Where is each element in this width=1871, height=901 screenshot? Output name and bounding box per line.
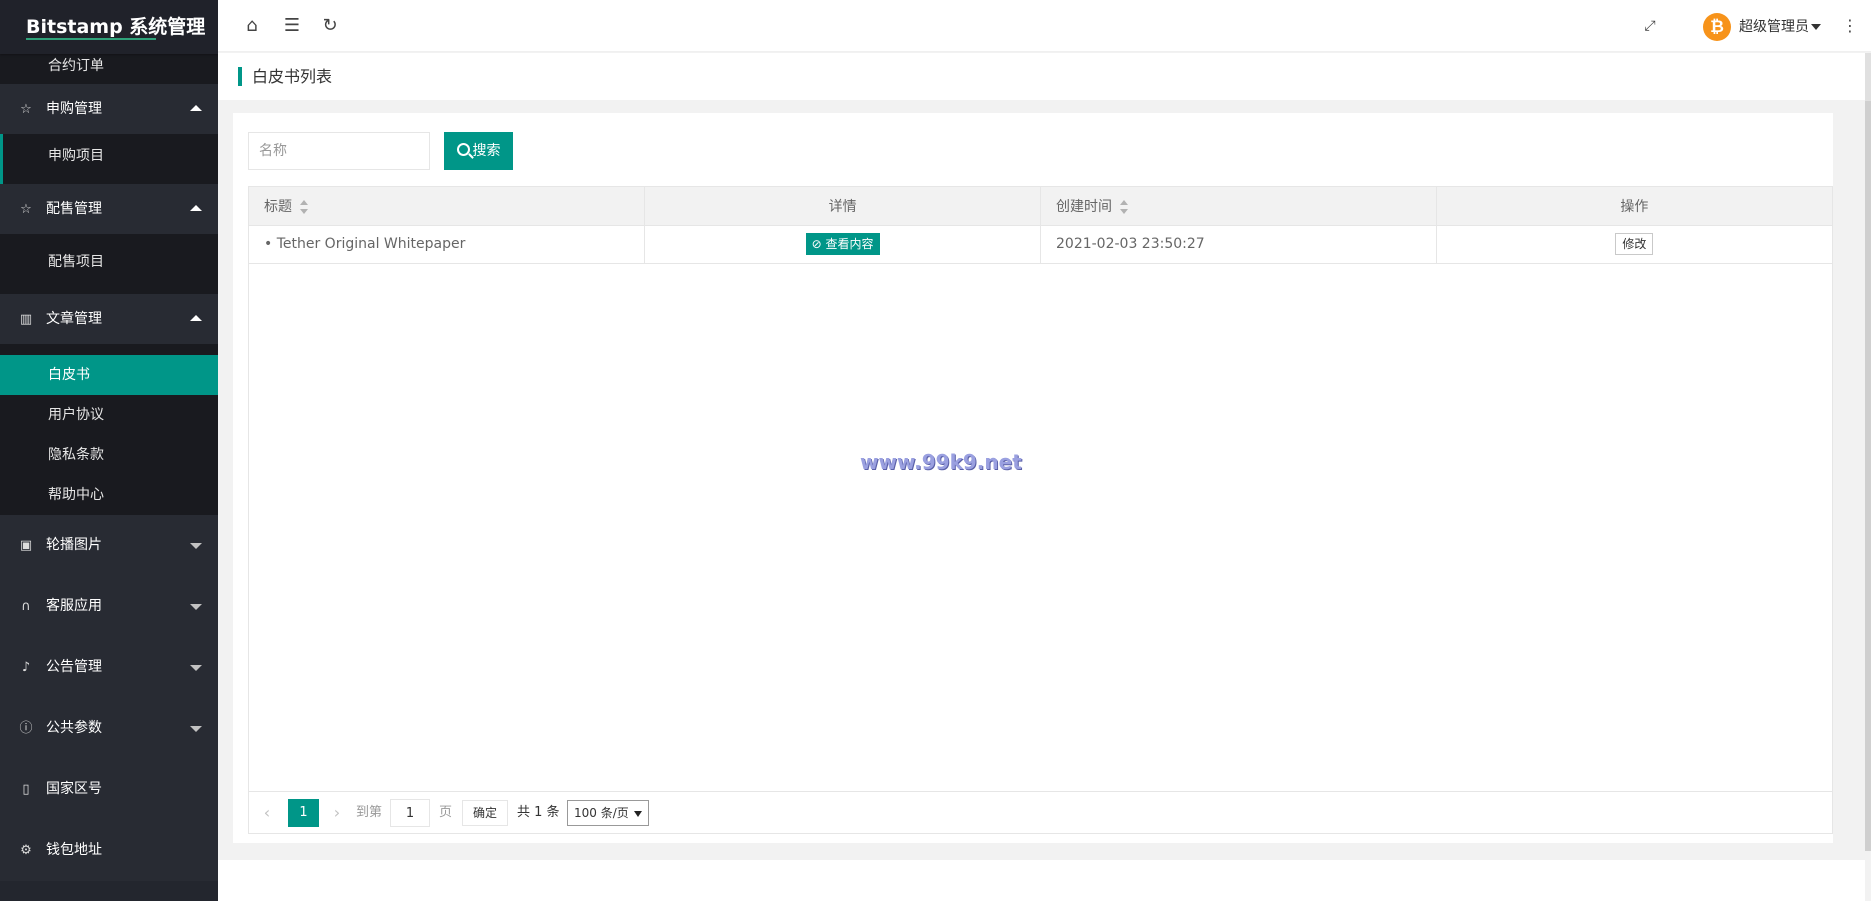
sidebar-item-placement-projects[interactable]: 配售项目 <box>0 234 218 294</box>
cell-created: 2021-02-03 23:50:27 <box>1040 225 1437 264</box>
total-count: 共 1 条 <box>517 805 560 820</box>
chevron-down-icon <box>190 603 202 610</box>
home-icon[interactable]: ⌂ <box>240 14 264 38</box>
sidebar: Bitstamp 系统管理 合约订单 ☆ 申购管理 申购项目 ☆ 配售管理 配售项目… <box>0 0 218 901</box>
search-icon <box>456 143 470 156</box>
chevron-down-icon <box>190 542 202 549</box>
column-header-created[interactable]: 创建时间 <box>1040 187 1437 226</box>
sidebar-group-articles[interactable]: ▥ 文章管理 <box>0 294 218 344</box>
sidebar-group-customer-service[interactable]: ∩ 客服应用 <box>0 576 218 637</box>
data-table: 标题 详情 创建时间 操作 • Tether Original Whitepap… <box>248 186 1833 834</box>
sidebar-group-placement[interactable]: ☆ 配售管理 <box>0 184 218 234</box>
info-icon: ⓘ <box>19 721 33 736</box>
cell-action: 修改 <box>1436 225 1832 264</box>
sidebar-item-contract-orders[interactable]: 合约订单 <box>0 54 218 84</box>
scrollbar-thumb[interactable] <box>1865 101 1871 851</box>
watermark: www.99k9.net <box>860 450 1022 474</box>
sidebar-item-user-agreement[interactable]: 用户协议 <box>0 395 218 435</box>
page-header: 白皮书列表 <box>218 53 1871 100</box>
sidebar-group-public-params[interactable]: ⓘ 公共参数 <box>0 698 218 759</box>
sidebar-item-subscription-projects[interactable]: 申购项目 <box>0 134 218 184</box>
page-size-select[interactable]: 100 条/页 <box>567 800 649 826</box>
sidebar-item-whitepaper[interactable]: 白皮书 <box>0 355 218 395</box>
cell-title: • Tether Original Whitepaper <box>249 225 646 264</box>
star-icon: ☆ <box>20 202 32 217</box>
avatar: ₿ <box>1703 13 1731 41</box>
user-name: 超级管理员 <box>1739 19 1809 35</box>
column-header-title[interactable]: 标题 <box>249 187 646 226</box>
sidebar-spacer <box>0 344 218 355</box>
footer-area <box>218 860 1865 901</box>
page-unit-label: 页 <box>439 805 453 820</box>
headset-icon: ∩ <box>21 599 31 614</box>
sidebar-item-country-codes[interactable]: ▯ 国家区号 <box>0 759 218 820</box>
next-page-icon[interactable]: › <box>327 799 347 827</box>
chevron-down-icon <box>190 664 202 671</box>
sidebar-item-wallet-address[interactable]: ⚙ 钱包地址 <box>0 820 218 881</box>
table-row: • Tether Original Whitepaper ⊘ 查看内容 2021… <box>249 225 1832 264</box>
chevron-up-icon <box>190 105 202 111</box>
more-vertical-icon[interactable]: ⋮ <box>1838 14 1862 38</box>
column-header-action: 操作 <box>1436 187 1832 226</box>
refresh-icon[interactable]: ↻ <box>318 14 342 38</box>
prev-page-icon[interactable]: ‹ <box>257 799 277 827</box>
search-button[interactable]: 搜索 <box>444 132 513 170</box>
app-logo: Bitstamp 系统管理 <box>0 0 218 54</box>
pagination: ‹ 1 › 到第 1 页 确定 共 1 条 100 条/页 <box>249 791 1832 833</box>
image-icon: ▣ <box>19 538 33 553</box>
chevron-up-icon <box>190 205 202 211</box>
sort-icon[interactable] <box>1120 199 1128 214</box>
chevron-down-icon <box>633 810 642 817</box>
sidebar-group-subscription[interactable]: ☆ 申购管理 <box>0 84 218 134</box>
chevron-up-icon <box>190 315 202 321</box>
book-icon: ▥ <box>19 312 33 327</box>
topbar: ⌂ ☰ ↻ ⤢ ₿ 超级管理员 ⋮ <box>218 0 1871 52</box>
logo-underline <box>26 38 156 40</box>
sidebar-item-help-center[interactable]: 帮助中心 <box>0 475 218 515</box>
user-menu[interactable]: ₿ 超级管理员 <box>1703 13 1821 41</box>
sidebar-group-carousel[interactable]: ▣ 轮播图片 <box>0 515 218 576</box>
chevron-down-icon <box>190 725 202 732</box>
sort-icon[interactable] <box>300 199 308 214</box>
view-content-button[interactable]: ⊘ 查看内容 <box>805 233 880 255</box>
column-header-detail: 详情 <box>644 187 1041 226</box>
sidebar-group-announcements[interactable]: ♪ 公告管理 <box>0 637 218 698</box>
gear-icon: ⚙ <box>20 843 32 858</box>
page-1-button[interactable]: 1 <box>288 799 319 827</box>
sidebar-item-privacy[interactable]: 隐私条款 <box>0 435 218 475</box>
caret-down-icon <box>1811 24 1821 30</box>
search-input[interactable] <box>248 132 430 170</box>
content-card: 搜索 标题 详情 创建时间 操作 • Tether Original White… <box>233 113 1833 843</box>
menu-fold-icon[interactable]: ☰ <box>280 14 304 38</box>
edit-button[interactable]: 修改 <box>1615 233 1654 255</box>
goto-page-input[interactable]: 1 <box>390 799 430 827</box>
bell-icon: ♪ <box>21 660 31 675</box>
cell-detail: ⊘ 查看内容 <box>644 225 1041 264</box>
goto-confirm-button[interactable]: 确定 <box>462 800 509 826</box>
fullscreen-icon[interactable]: ⤢ <box>1638 14 1662 38</box>
star-icon: ☆ <box>20 102 32 117</box>
goto-label: 到第 <box>356 805 383 820</box>
phone-icon: ▯ <box>22 782 30 797</box>
page-title: 白皮书列表 <box>238 67 332 86</box>
scrollbar[interactable] <box>1865 53 1871 851</box>
app-title: Bitstamp 系统管理 <box>26 16 206 38</box>
